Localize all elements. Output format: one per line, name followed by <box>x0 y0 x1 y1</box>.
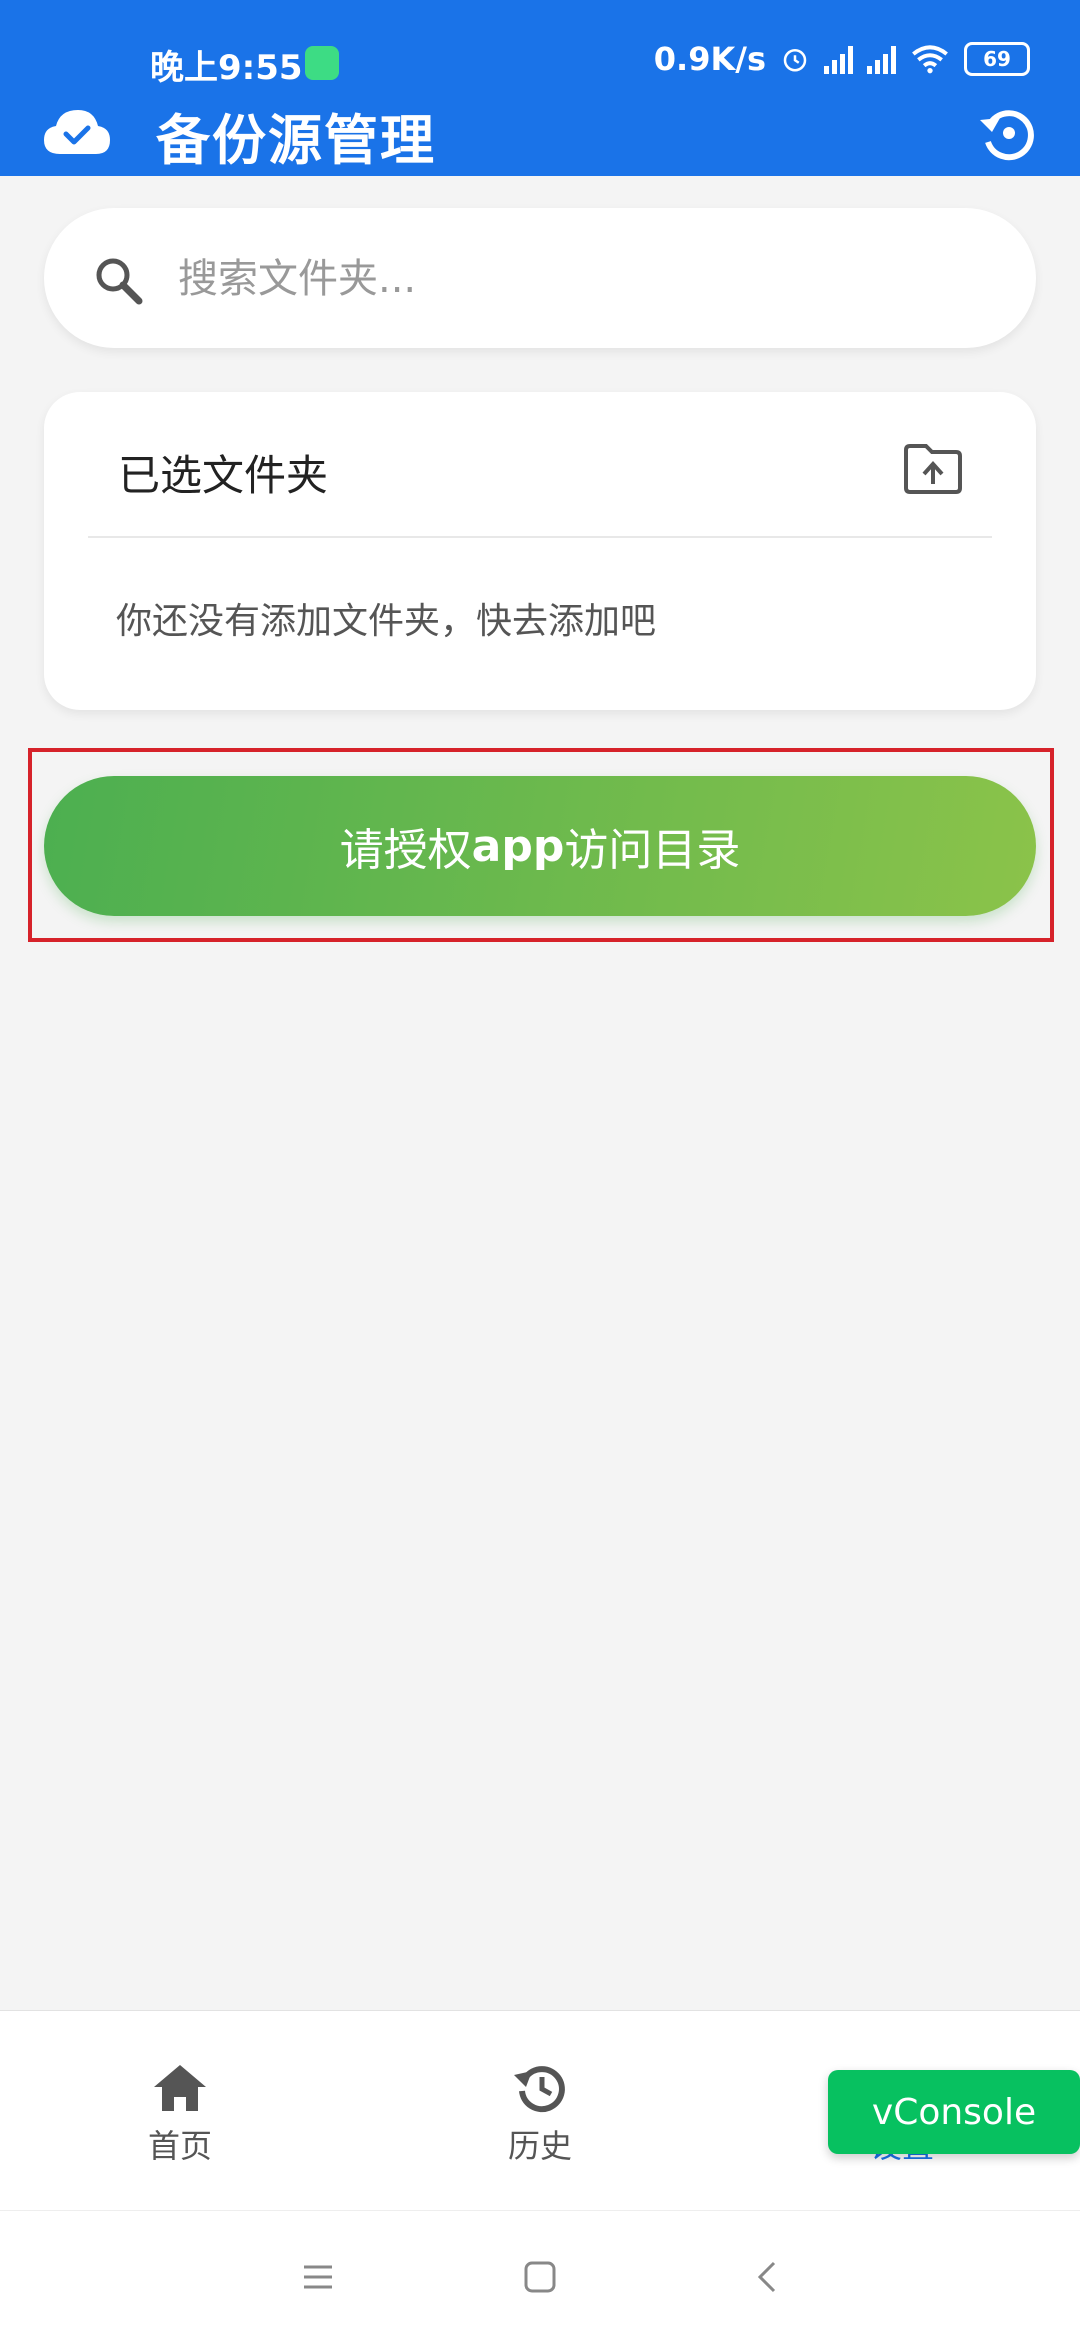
nav-label-home: 首页 <box>147 2127 212 2165</box>
alarm-icon <box>783 49 807 72</box>
status-time: 晚上9:55 <box>150 48 303 88</box>
battery-icon: 69 <box>964 42 1030 76</box>
back-icon[interactable] <box>748 2257 788 2297</box>
signal-icon-2 <box>867 44 896 74</box>
restore-icon[interactable] <box>976 102 1038 164</box>
app-header: 晚上9:55 0.9K/s 69 备份源管理 <box>0 0 1080 176</box>
status-icons: 0.9K/s 69 <box>654 40 1030 78</box>
grant-button-label-suffix: 访问目录 <box>564 825 741 876</box>
home-square-icon[interactable] <box>520 2257 560 2297</box>
vconsole-button[interactable]: vConsole <box>828 2070 1080 2154</box>
selected-folders-card: 已选文件夹 你还没有添加文件夹，快去添加吧 <box>44 392 1036 710</box>
network-speed: 0.9K/s <box>653 40 766 78</box>
wifi-icon <box>912 45 948 74</box>
empty-state-text: 你还没有添加文件夹，快去添加吧 <box>116 601 657 642</box>
grant-access-button[interactable]: 请授权 app 访问目录 <box>44 776 1036 916</box>
search-icon <box>96 258 143 305</box>
page-title: 备份源管理 <box>156 109 436 172</box>
signal-icon <box>824 44 853 74</box>
grant-button-label-app: app <box>471 820 565 872</box>
cloud-check-icon <box>44 110 110 154</box>
nav-item-history[interactable]: 历史 <box>460 2061 620 2167</box>
grant-button-label-prefix: 请授权 <box>339 825 472 876</box>
nav-item-home[interactable]: 首页 <box>100 2061 260 2167</box>
search-input[interactable] <box>176 242 1000 316</box>
system-navigation-bar <box>0 2210 1080 2341</box>
menu-icon[interactable] <box>298 2257 338 2297</box>
divider <box>88 536 992 538</box>
android-notification-icon <box>305 46 339 80</box>
card-title: 已选文件夹 <box>118 451 329 500</box>
folder-upload-icon[interactable] <box>904 444 962 494</box>
nav-label-history: 历史 <box>507 2127 572 2165</box>
search-bar[interactable] <box>44 208 1036 348</box>
home-icon <box>154 2065 206 2111</box>
history-icon <box>514 2066 565 2113</box>
